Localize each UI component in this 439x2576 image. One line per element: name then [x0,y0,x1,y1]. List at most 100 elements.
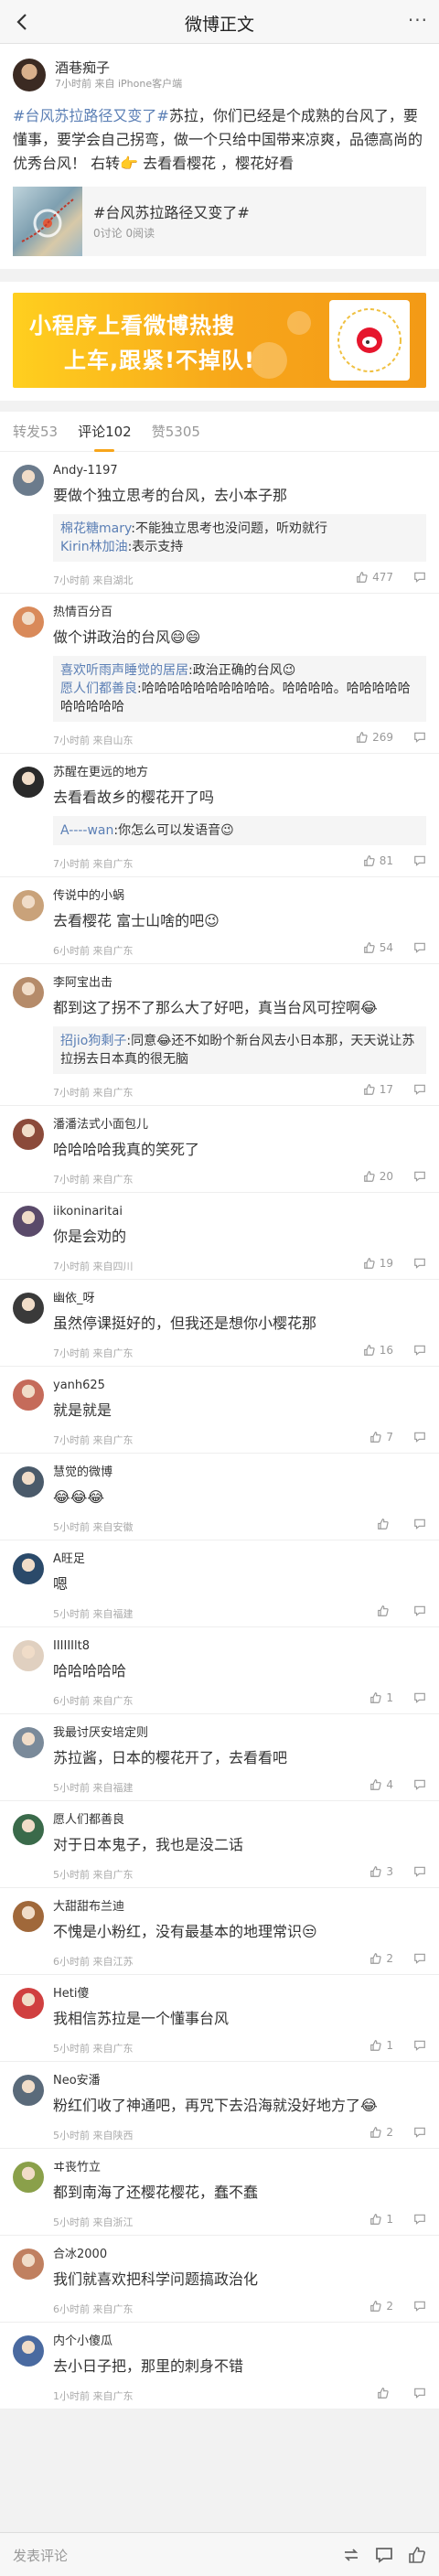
reply-bubble-icon[interactable] [413,2213,426,2226]
reply-author[interactable]: 棉花糖mary [60,521,131,536]
comment-item[interactable]: 愿人们都善良 对于日本鬼子，我也是没二话 5小时前 来自广东 3 [0,1801,439,1888]
commenter-name[interactable]: iikoninaritai [53,1204,426,1220]
comment-item[interactable]: 我最讨厌安培定则 苏拉酱，日本的樱花开了，去看看吧 5小时前 来自福建 4 [0,1714,439,1801]
commenter-name[interactable]: yanh625 [53,1378,426,1394]
comment-item[interactable]: 传说中的小蜗 去看樱花 富士山啥的吧😉 6小时前 来自广东 54 [0,877,439,964]
reply-bubble-icon[interactable] [413,2039,426,2052]
reply-bubble-icon[interactable] [413,1952,426,1965]
author-name[interactable]: 酒巷痴子 [55,59,182,77]
reply-author[interactable]: 愿人们都善良 [60,682,137,696]
post-author-row[interactable]: 酒巷痴子 7小时前 来自 iPhone客户端 [13,55,426,95]
commenter-avatar[interactable] [13,465,44,496]
author-avatar[interactable] [13,59,46,91]
commenter-name[interactable]: 传说中的小蜗 [53,888,426,905]
commenter-avatar[interactable] [13,606,44,638]
comment-like-button[interactable]: 269 [356,731,393,744]
reply-bubble-icon[interactable] [413,571,426,584]
comment-like-button[interactable]: 2 [369,1952,393,1965]
commenter-name[interactable]: 内个小傻瓜 [53,2334,426,2350]
comment-like-button[interactable]: 4 [369,1778,393,1791]
comment-like-button[interactable]: 1 [369,2039,393,2052]
comment-item[interactable]: ヰ丧竹立 都到南海了还樱花樱花，蠢不蠢 5小时前 来自浙江 1 [0,2149,439,2236]
comment-like-button[interactable]: 7 [369,1431,393,1444]
commenter-avatar[interactable] [13,1119,44,1150]
comment-like-button[interactable]: 2 [369,2300,393,2313]
topic-card[interactable]: #台风苏拉路径又变了# 0讨论 0阅读 [13,187,426,256]
comment-like-button[interactable] [377,1605,393,1617]
reply-author[interactable]: A----wan [60,823,113,838]
comment-item[interactable]: yanh625 就是就是 7小时前 来自广东 7 [0,1367,439,1454]
comment-input[interactable]: 发表评论 [13,2546,68,2565]
comment-item[interactable]: 潘潘法式小面包儿 哈哈哈哈我真的笑死了 7小时前 来自广东 20 [0,1106,439,1193]
commenter-name[interactable]: Andy-1197 [53,463,426,479]
commenter-avatar[interactable] [13,1466,44,1497]
reply-bubble-icon[interactable] [413,1778,426,1791]
reply-bubble-icon[interactable] [413,731,426,744]
commenter-avatar[interactable] [13,2335,44,2367]
mini-program-banner[interactable]: 小程序上看微博热搜 上车,跟紧!不掉队! [13,293,426,388]
comment-like-button[interactable]: 16 [363,1344,393,1357]
commenter-avatar[interactable] [13,1640,44,1671]
reply-bubble-icon[interactable] [413,1865,426,1878]
reply-preview[interactable]: 招jio狗剩子:同意😂还不如盼个新台风去小日本那，天天说让苏拉拐去日本真的很无脑 [53,1026,426,1074]
tab-reposts[interactable]: 转发53 [13,412,58,452]
comment-like-button[interactable]: 54 [363,941,393,954]
comment-item[interactable]: Andy-1197 要做个独立思考的台风，去小本子那 棉花糖mary:不能独立思考也… [0,452,439,594]
tab-comments[interactable]: 评论102 [78,412,132,452]
comment-like-button[interactable]: 19 [363,1257,393,1270]
more-icon[interactable]: ··· [408,9,428,31]
commenter-avatar[interactable] [13,1814,44,1845]
comment-item[interactable]: 内个小傻瓜 去小日子把，那里的刺身不错 1小时前 来自广东 [0,2323,439,2410]
commenter-avatar[interactable] [13,2249,44,2280]
commenter-avatar[interactable] [13,2162,44,2193]
commenter-avatar[interactable] [13,1293,44,1324]
reply-author[interactable]: Kirin林加油 [60,540,128,554]
comment-item[interactable]: Heti傻 我相信苏拉是一个懂事台风 5小时前 来自广东 1 [0,1975,439,2062]
reply-bubble-icon[interactable] [413,1083,426,1096]
commenter-name[interactable]: 潘潘法式小面包儿 [53,1117,426,1133]
reply-author[interactable]: 喜欢听雨声睡觉的居居 [60,663,188,678]
reply-preview[interactable]: 棉花糖mary:不能独立思考也没问题，听劝就行 Kirin林加油:表示支持 [53,514,426,562]
commenter-avatar[interactable] [13,2075,44,2106]
reply-author[interactable]: 招jio狗剩子 [60,1034,126,1048]
comment-item[interactable]: 慧觉的微博 😂😂😂 5小时前 来自安徽 [0,1454,439,1540]
commenter-avatar[interactable] [13,767,44,798]
commenter-name[interactable]: 李阿宝出击 [53,975,426,992]
reply-bubble-icon[interactable] [413,2387,426,2399]
commenter-name[interactable]: A旺足 [53,1551,426,1568]
comment-item[interactable]: 李阿宝出击 都到这了拐不了那么大了好吧，真当台风可控啊😂 招jio狗剩子:同意😂还不… [0,964,439,1106]
commenter-name[interactable]: 我最讨厌安培定则 [53,1725,426,1742]
reply-bubble-icon[interactable] [413,1431,426,1444]
tab-likes[interactable]: 赞5305 [152,412,200,452]
comment-icon[interactable] [373,2544,395,2566]
commenter-name[interactable]: 苏醒在更远的地方 [53,765,426,781]
comment-like-button[interactable]: 81 [363,854,393,867]
reply-bubble-icon[interactable] [413,941,426,954]
reply-bubble-icon[interactable] [413,1170,426,1183]
reply-bubble-icon[interactable] [413,1257,426,1270]
reply-bubble-icon[interactable] [413,854,426,867]
comment-like-button[interactable]: 477 [356,571,393,584]
reply-bubble-icon[interactable] [413,1691,426,1704]
reply-bubble-icon[interactable] [413,1605,426,1617]
comment-item[interactable]: 大甜甜布兰迪 不愧是小粉红，没有最基本的地理常识😒 6小时前 来自江苏 2 [0,1888,439,1975]
comment-like-button[interactable]: 2 [369,2126,393,2139]
comment-item[interactable]: 幽依_呀 虽然停课挺好的，但我还是想你小樱花那 7小时前 来自广东 16 [0,1280,439,1367]
comment-like-button[interactable]: 1 [369,1691,393,1704]
comment-like-button[interactable]: 17 [363,1083,393,1096]
comment-item[interactable]: IIIIIIlt8 哈哈哈哈哈 6小时前 来自广东 1 [0,1627,439,1714]
commenter-name[interactable]: 慧觉的微博 [53,1465,426,1481]
topic-link[interactable]: #台风苏拉路径又变了# [13,107,169,124]
comment-item[interactable]: A旺足嗯 5小时前 来自福建 [0,1540,439,1627]
commenter-name[interactable]: IIIIIIlt8 [53,1638,426,1655]
commenter-avatar[interactable] [13,977,44,1008]
comment-like-button[interactable] [377,2387,393,2399]
comment-item[interactable]: iikoninaritai 你是会劝的 7小时前 来自四川 19 [0,1193,439,1280]
reply-bubble-icon[interactable] [413,2126,426,2139]
comment-item[interactable]: Neo安潘 粉红们收了神通吧，再咒下去沿海就没好地方了😂 5小时前 来自陕西 2 [0,2062,439,2149]
commenter-avatar[interactable] [13,890,44,921]
commenter-name[interactable]: 合冰2000 [53,2247,426,2263]
commenter-name[interactable]: Heti傻 [53,1986,426,2002]
commenter-avatar[interactable] [13,1727,44,1758]
commenter-name[interactable]: 愿人们都善良 [53,1812,426,1829]
